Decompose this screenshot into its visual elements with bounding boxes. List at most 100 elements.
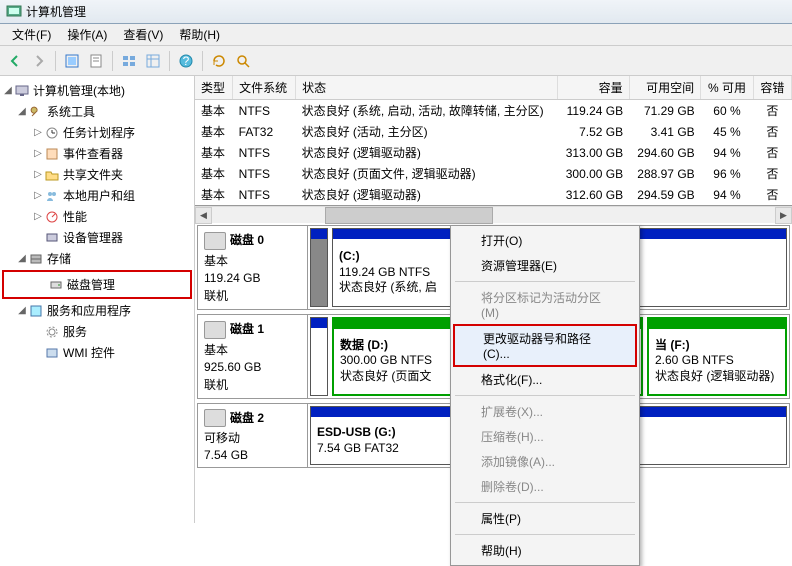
- col-pct-free[interactable]: % 可用: [701, 76, 754, 100]
- tree-disk-management[interactable]: 磁盘管理: [6, 274, 188, 295]
- expand-icon[interactable]: ▷: [32, 127, 44, 138]
- tree-label: 存储: [47, 250, 71, 267]
- toolbar-separator: [112, 51, 113, 71]
- menu-change-drive-letter[interactable]: 更改驱动器号和路径(C)...: [453, 324, 637, 367]
- tree-label: 服务: [63, 323, 87, 340]
- tree-system-tools[interactable]: ◢ 系统工具: [2, 101, 192, 122]
- tree-device-manager[interactable]: 设备管理器: [2, 227, 192, 248]
- col-filesystem[interactable]: 文件系统: [233, 76, 296, 100]
- scroll-track[interactable]: [212, 207, 775, 224]
- disk-type: 基本: [204, 251, 301, 270]
- disk-name: 磁盘 2: [230, 411, 264, 425]
- properties-button[interactable]: [85, 50, 107, 72]
- disk-type: 基本: [204, 340, 301, 359]
- cell-type: 基本: [195, 163, 233, 184]
- tree-label: 系统工具: [47, 103, 95, 120]
- tree-wmi-control[interactable]: WMI 控件: [2, 342, 192, 363]
- table-row[interactable]: 基本FAT32状态良好 (活动, 主分区)7.52 GB3.41 GB45 %否: [195, 121, 792, 142]
- col-status[interactable]: 状态: [296, 76, 558, 100]
- nav-forward-button[interactable]: [28, 50, 50, 72]
- cell-available: 294.60 GB: [629, 142, 701, 163]
- tree-shared-folders[interactable]: ▷ 共享文件夹: [2, 164, 192, 185]
- search-button[interactable]: [232, 50, 254, 72]
- partition-f[interactable]: 当 (F:) 2.60 GB NTFS 状态良好 (逻辑驱动器): [647, 317, 787, 396]
- scroll-thumb[interactable]: [325, 207, 494, 224]
- cell-fs: NTFS: [233, 142, 296, 163]
- menu-properties[interactable]: 属性(P): [453, 506, 637, 531]
- expand-icon[interactable]: ▷: [32, 169, 44, 180]
- tree-label: 计算机管理(本地): [33, 82, 125, 99]
- cell-fault: 否: [753, 142, 791, 163]
- cell-fault: 否: [753, 163, 791, 184]
- tree-label: 共享文件夹: [63, 166, 123, 183]
- refresh-button[interactable]: [208, 50, 230, 72]
- disk-header[interactable]: 磁盘 0 基本 119.24 GB 联机: [198, 226, 308, 309]
- collapse-icon[interactable]: ◢: [2, 85, 14, 96]
- svg-text:?: ?: [183, 54, 190, 68]
- disk-icon: [204, 321, 226, 339]
- cell-available: 3.41 GB: [629, 121, 701, 142]
- horizontal-scrollbar[interactable]: ◀ ▶: [195, 206, 792, 223]
- menu-open[interactable]: 打开(O): [453, 228, 637, 253]
- col-fault[interactable]: 容错: [753, 76, 791, 100]
- table-row[interactable]: 基本NTFS状态良好 (逻辑驱动器)313.00 GB294.60 GB94 %…: [195, 142, 792, 163]
- tree-label: 任务计划程序: [63, 124, 135, 141]
- tree-label: 性能: [63, 208, 87, 225]
- cell-available: 288.97 GB: [629, 163, 701, 184]
- menu-delete-volume: 删除卷(D)...: [453, 474, 637, 499]
- collapse-icon[interactable]: ◢: [16, 305, 28, 316]
- cell-status: 状态良好 (页面文件, 逻辑驱动器): [296, 163, 558, 184]
- partition-reserved[interactable]: [310, 317, 328, 396]
- menu-action[interactable]: 操作(A): [59, 24, 115, 45]
- nav-back-button[interactable]: [4, 50, 26, 72]
- help-button[interactable]: ?: [175, 50, 197, 72]
- tree-task-scheduler[interactable]: ▷ 任务计划程序: [2, 122, 192, 143]
- col-available[interactable]: 可用空间: [629, 76, 701, 100]
- view-detail-button[interactable]: [142, 50, 164, 72]
- disk-icon: [48, 277, 64, 293]
- disk-status: 联机: [204, 286, 301, 305]
- tree-services[interactable]: 服务: [2, 321, 192, 342]
- collapse-icon[interactable]: ◢: [16, 253, 28, 264]
- cell-type: 基本: [195, 142, 233, 163]
- scroll-left-button[interactable]: ◀: [195, 207, 212, 224]
- tree-services-apps[interactable]: ◢ 服务和应用程序: [2, 300, 192, 321]
- menu-view[interactable]: 查看(V): [115, 24, 171, 45]
- collapse-icon[interactable]: ◢: [16, 106, 28, 117]
- cell-type: 基本: [195, 184, 233, 205]
- tree-local-users[interactable]: ▷ 本地用户和组: [2, 185, 192, 206]
- tree-performance[interactable]: ▷ 性能: [2, 206, 192, 227]
- tree-storage[interactable]: ◢ 存储: [2, 248, 192, 269]
- menu-help[interactable]: 帮助(H): [171, 24, 228, 45]
- expand-icon[interactable]: ▷: [32, 211, 44, 222]
- volume-table-wrap: 类型 文件系统 状态 容量 可用空间 % 可用 容错 基本NTFS状态良好 (系…: [195, 76, 792, 206]
- menu-help[interactable]: 帮助(H): [453, 538, 637, 563]
- cell-pct-free: 96 %: [701, 163, 754, 184]
- disk-header[interactable]: 磁盘 1 基本 925.60 GB 联机: [198, 315, 308, 398]
- table-row[interactable]: 基本NTFS状态良好 (系统, 启动, 活动, 故障转储, 主分区)119.24…: [195, 100, 792, 122]
- menu-format[interactable]: 格式化(F)...: [453, 367, 637, 392]
- partition-status: 状态良好 (逻辑驱动器): [655, 369, 779, 385]
- app-icon: [6, 4, 22, 20]
- expand-icon[interactable]: ▷: [32, 148, 44, 159]
- nav-tree: ◢ 计算机管理(本地) ◢ 系统工具 ▷ 任务计划程序 ▷ 事件查看器 ▷ 共享…: [0, 76, 195, 523]
- cell-capacity: 119.24 GB: [558, 100, 630, 122]
- scroll-right-button[interactable]: ▶: [775, 207, 792, 224]
- menu-file[interactable]: 文件(F): [4, 24, 59, 45]
- disk-size: 925.60 GB: [204, 359, 301, 375]
- cell-capacity: 313.00 GB: [558, 142, 630, 163]
- col-type[interactable]: 类型: [195, 76, 233, 100]
- expand-icon[interactable]: ▷: [32, 190, 44, 201]
- view-list-button[interactable]: [118, 50, 140, 72]
- partition-name: 当 (F:): [655, 338, 779, 354]
- table-row[interactable]: 基本NTFS状态良好 (页面文件, 逻辑驱动器)300.00 GB288.97 …: [195, 163, 792, 184]
- menu-explorer[interactable]: 资源管理器(E): [453, 253, 637, 278]
- cell-fault: 否: [753, 184, 791, 205]
- disk-header[interactable]: 磁盘 2 可移动 7.54 GB: [198, 404, 308, 468]
- tree-event-viewer[interactable]: ▷ 事件查看器: [2, 143, 192, 164]
- col-capacity[interactable]: 容量: [558, 76, 630, 100]
- partition-reserved[interactable]: [310, 228, 328, 307]
- tree-root[interactable]: ◢ 计算机管理(本地): [2, 80, 192, 101]
- table-row[interactable]: 基本NTFS状态良好 (逻辑驱动器)312.60 GB294.59 GB94 %…: [195, 184, 792, 205]
- up-button[interactable]: [61, 50, 83, 72]
